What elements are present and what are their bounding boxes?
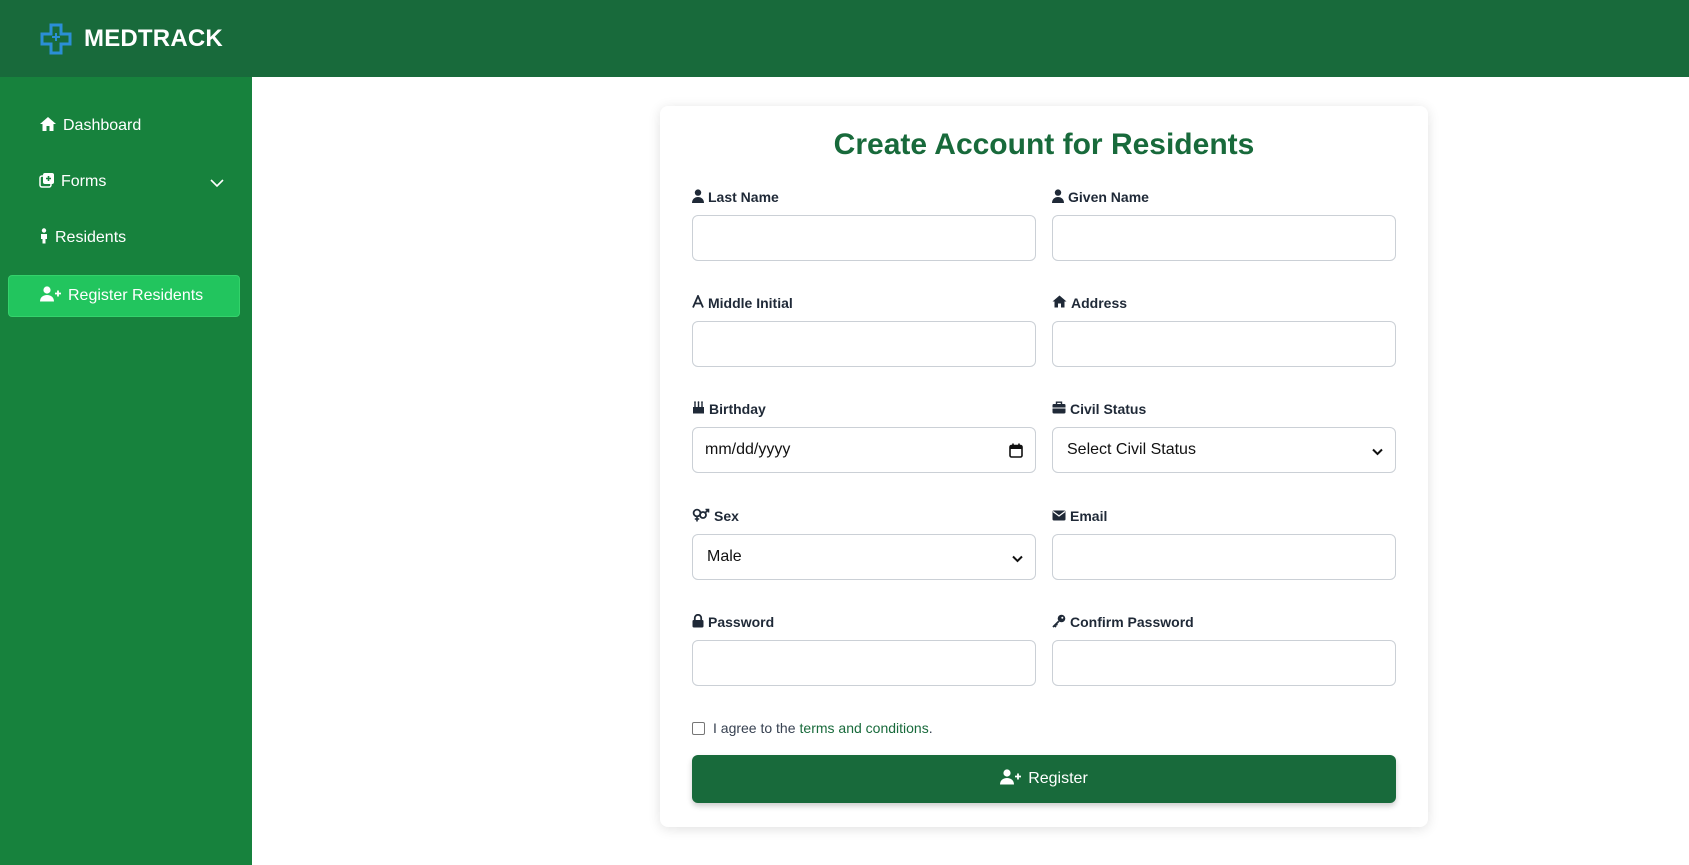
middle-initial-input[interactable] — [692, 321, 1036, 367]
password-input[interactable] — [692, 640, 1036, 686]
sex-selected: Male — [707, 548, 742, 565]
sex-field: Sex Male — [692, 507, 1036, 580]
gender-icon — [692, 508, 714, 525]
user-plus-icon — [40, 285, 68, 307]
calendar-icon[interactable] — [1009, 443, 1023, 463]
email-field: Email — [1052, 507, 1396, 580]
brand-name: MEDTRACK — [84, 24, 223, 52]
terms-agreement: I agree to the terms and conditions . — [692, 720, 933, 736]
top-bar: MEDTRACK — [0, 0, 1689, 77]
envelope-icon — [1052, 508, 1070, 524]
birthday-placeholder: mm/dd/yyyy — [705, 441, 791, 458]
sidebar: Dashboard Forms Residents Register Resid… — [0, 77, 252, 865]
user-icon — [1052, 188, 1068, 206]
civil-status-label: Civil Status — [1070, 401, 1147, 417]
terms-checkbox[interactable] — [692, 721, 705, 735]
middle-initial-field: Middle Initial — [692, 293, 1036, 367]
terms-prefix: I agree to the — [713, 720, 796, 736]
chevron-down-icon — [1372, 443, 1383, 461]
birthday-field: Birthday mm/dd/yyyy — [692, 400, 1036, 473]
user-plus-icon — [1000, 768, 1028, 790]
confirm-password-input[interactable] — [1052, 640, 1396, 686]
key-icon — [1052, 614, 1070, 631]
birthday-input[interactable]: mm/dd/yyyy — [692, 427, 1036, 473]
address-input[interactable] — [1052, 321, 1396, 367]
register-button-label: Register — [1028, 770, 1088, 787]
medical-cross-logo-icon — [40, 23, 72, 55]
register-form-card: Create Account for Residents Last Name G… — [660, 106, 1428, 827]
given-name-field: Given Name — [1052, 188, 1396, 261]
chevron-down-icon[interactable] — [210, 175, 230, 193]
sidebar-item-register-residents[interactable]: Register Residents — [8, 275, 240, 317]
page-title: Create Account for Residents — [833, 128, 1255, 161]
civil-status-selected: Select Civil Status — [1067, 441, 1196, 458]
confirm-password-label: Confirm Password — [1070, 614, 1194, 630]
sidebar-item-forms[interactable]: Forms — [8, 161, 240, 203]
email-label: Email — [1070, 508, 1108, 524]
font-letter-icon — [692, 293, 708, 311]
middle-initial-label: Middle Initial — [708, 295, 793, 311]
terms-link[interactable]: terms and conditions — [800, 720, 929, 736]
sidebar-item-dashboard[interactable]: Dashboard — [8, 105, 240, 147]
register-button[interactable]: Register — [692, 755, 1396, 803]
last-name-label: Last Name — [708, 189, 779, 205]
civil-status-field: Civil Status Select Civil Status — [1052, 400, 1396, 473]
forms-icon — [39, 172, 61, 193]
home-icon — [1052, 295, 1071, 311]
sex-select[interactable]: Male — [692, 534, 1036, 580]
last-name-input[interactable] — [692, 215, 1036, 261]
person-icon — [39, 227, 55, 249]
birthday-label: Birthday — [709, 401, 766, 417]
sex-label: Sex — [714, 508, 739, 524]
sidebar-item-label: Dashboard — [63, 117, 142, 134]
briefcase-icon — [1052, 401, 1070, 417]
chevron-down-icon — [1012, 550, 1023, 568]
address-label: Address — [1071, 295, 1128, 311]
user-icon — [692, 188, 708, 206]
sidebar-item-label: Forms — [61, 173, 107, 190]
home-icon — [39, 116, 63, 137]
address-field: Address — [1052, 294, 1396, 367]
sidebar-item-label: Residents — [55, 229, 127, 246]
cake-icon — [692, 401, 709, 417]
lock-icon — [692, 613, 708, 631]
password-label: Password — [708, 614, 775, 630]
sidebar-item-residents[interactable]: Residents — [8, 217, 240, 259]
password-field: Password — [692, 613, 1036, 686]
given-name-input[interactable] — [1052, 215, 1396, 261]
given-name-label: Given Name — [1068, 189, 1149, 205]
civil-status-select[interactable]: Select Civil Status — [1052, 427, 1396, 473]
confirm-password-field: Confirm Password — [1052, 613, 1396, 686]
last-name-field: Last Name — [692, 188, 1036, 261]
email-input[interactable] — [1052, 534, 1396, 580]
terms-suffix: . — [928, 720, 933, 736]
sidebar-item-label: Register Residents — [68, 287, 204, 304]
